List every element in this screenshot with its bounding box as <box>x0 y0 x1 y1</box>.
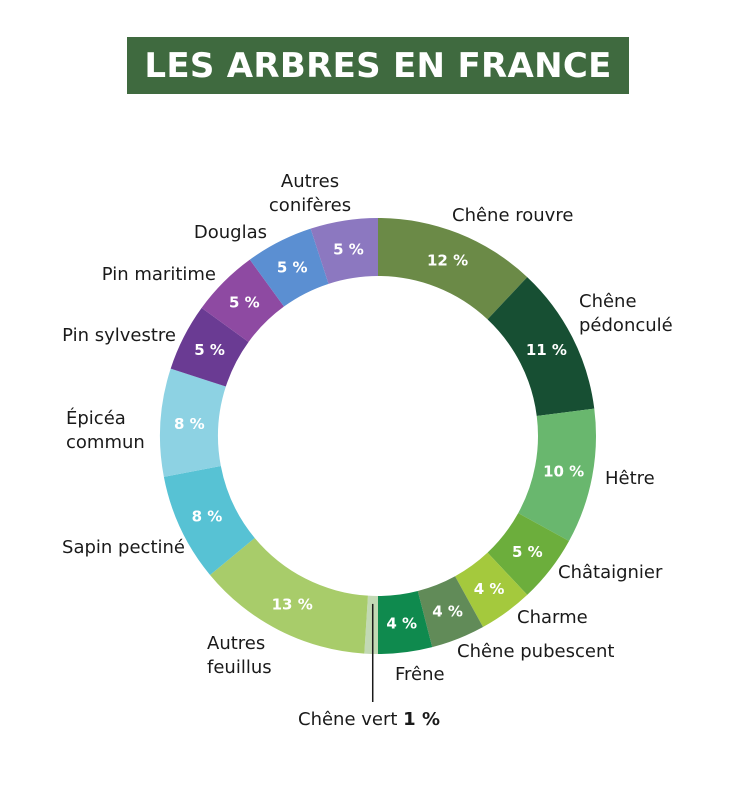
value-label-chene-pubescent: 4 % <box>432 603 463 621</box>
value-label-hetre: 10 % <box>543 462 584 480</box>
category-label-chene-pubescent: Chêne pubescent <box>457 641 614 662</box>
value-label-autres-feuillus: 13 % <box>272 595 313 613</box>
category-label-autres-feuillus: Autres feuillus <box>207 633 272 678</box>
category-label-pin-maritime: Pin maritime <box>102 264 216 285</box>
category-label-chene-rouvre: Chêne rouvre <box>452 205 573 226</box>
value-label-autres-coniferes: 5 % <box>333 240 364 258</box>
category-label-chene-vert: Chêne vert 1 % <box>298 709 440 730</box>
category-label-douglas: Douglas <box>194 222 267 243</box>
value-label-sapin-pectine: 8 % <box>192 507 223 525</box>
category-label-chataignier: Châtaignier <box>558 562 663 583</box>
category-label-pin-sylvestre: Pin sylvestre <box>62 325 176 346</box>
value-label-epicea-commun: 8 % <box>174 415 205 433</box>
value-label-chataignier: 5 % <box>512 543 543 561</box>
category-label-sapin-pectine: Sapin pectiné <box>62 537 185 558</box>
value-label-chene-vert: 1 % <box>403 709 440 730</box>
category-label-autres-coniferes: Autres conifères <box>269 171 351 216</box>
category-label-hetre: Hêtre <box>605 468 655 489</box>
category-label-epicea-commun: Épicéa commun <box>66 407 145 453</box>
value-label-pin-sylvestre: 5 % <box>194 341 225 359</box>
donut-chart: 12 % 11 % 10 % 5 % 4 % 4 % 4 % 13 % 8 % 8 % 5 % 5 %… <box>62 171 673 730</box>
category-label-frene: Frêne <box>395 664 445 685</box>
category-label-charme: Charme <box>517 607 588 628</box>
value-label-chene-pedoncule: 11 % <box>526 341 567 359</box>
value-label-pin-maritime: 5 % <box>229 293 260 311</box>
value-label-charme: 4 % <box>474 580 505 598</box>
donut-slices <box>159 218 596 654</box>
value-label-frene: 4 % <box>386 615 417 633</box>
category-label-chene-pedoncule: Chêne pédonculé <box>579 291 673 336</box>
value-label-chene-rouvre: 12 % <box>427 251 468 269</box>
value-label-douglas: 5 % <box>277 259 308 277</box>
